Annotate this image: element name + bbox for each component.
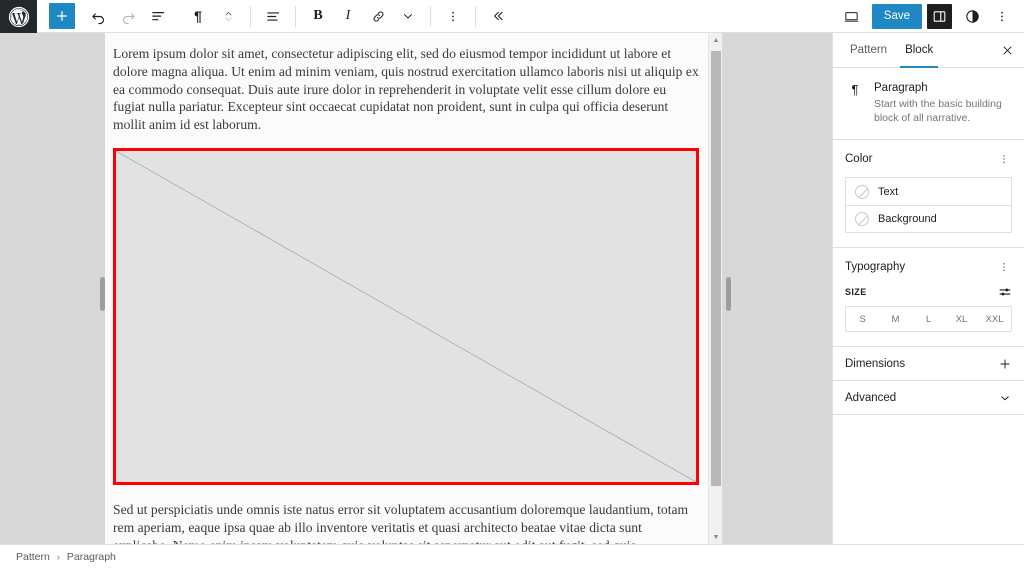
- more-rich-text-chevron-down-icon[interactable]: [393, 3, 423, 30]
- text-align-icon[interactable]: [258, 3, 288, 30]
- color-option-list: Text Background: [845, 177, 1012, 233]
- toolbar-divider: [250, 5, 251, 27]
- color-panel: Color Text Background: [833, 140, 1024, 248]
- color-row-text[interactable]: Text: [846, 178, 1011, 205]
- save-button[interactable]: Save: [871, 3, 922, 29]
- left-canvas-resize-handle[interactable]: [100, 277, 105, 311]
- wordpress-logo-icon[interactable]: [0, 0, 37, 33]
- sliders-settings-icon[interactable]: [998, 285, 1012, 299]
- editor-document: Lorem ipsum dolor sit amet, consectetur …: [105, 33, 709, 544]
- editor-top-toolbar: ¶ B I Save: [0, 0, 1024, 33]
- typography-panel-title: Typography: [845, 261, 906, 273]
- editor-vertical-scrollbar[interactable]: ▲ ▼: [708, 33, 722, 544]
- color-row-text-label: Text: [878, 185, 899, 198]
- font-size-label: SIZE: [845, 287, 867, 297]
- font-size-option-l[interactable]: L: [912, 307, 945, 331]
- block-editor-app: ¶ B I Save Lorem ipsum dolor sit amet, c…: [0, 0, 1024, 568]
- italic-button[interactable]: I: [333, 3, 363, 30]
- block-type-glyph: ¶: [194, 8, 202, 24]
- toolbar-left-group: ¶ B I: [37, 0, 837, 32]
- font-size-option-xl[interactable]: XL: [945, 307, 978, 331]
- color-panel-options-vertical-ellipsis-icon[interactable]: [996, 151, 1012, 167]
- font-size-option-xxl[interactable]: XXL: [978, 307, 1011, 331]
- paragraph-block-bottom[interactable]: Sed ut perspiciatis unde omnis iste natu…: [113, 499, 699, 544]
- collapse-double-chevron-left-icon[interactable]: [483, 3, 513, 30]
- settings-sidebar-toggle-button[interactable]: [927, 3, 952, 29]
- block-card-description: Start with the basic building block of a…: [874, 98, 1002, 124]
- editor-options-vertical-ellipsis-icon[interactable]: [987, 3, 1017, 30]
- scroll-up-arrow-icon[interactable]: ▲: [709, 33, 722, 47]
- color-panel-header: Color: [845, 151, 1012, 167]
- paragraph-pilcrow-icon: ¶: [851, 82, 859, 97]
- breadcrumb-separator-icon: ›: [56, 551, 60, 562]
- styles-contrast-circle-icon[interactable]: [957, 3, 987, 30]
- move-up-down-icon[interactable]: [213, 3, 243, 30]
- text-color-swatch-icon: [855, 184, 869, 199]
- font-size-option-m[interactable]: M: [879, 307, 912, 331]
- block-type-paragraph-icon[interactable]: ¶: [183, 3, 213, 30]
- italic-label: I: [345, 8, 351, 23]
- dimensions-panel-row[interactable]: Dimensions: [833, 347, 1024, 381]
- redo-arrow-icon[interactable]: [113, 3, 143, 30]
- editor-body: Lorem ipsum dolor sit amet, consectetur …: [0, 33, 1024, 544]
- add-block-button[interactable]: [49, 3, 75, 29]
- typography-panel-header: Typography: [845, 259, 1012, 275]
- font-size-segmented-control[interactable]: S M L XL XXL: [845, 306, 1012, 332]
- editor-canvas-area: Lorem ipsum dolor sit amet, consectetur …: [0, 33, 832, 544]
- breadcrumb: Pattern › Paragraph: [0, 544, 1024, 568]
- advanced-panel-title: Advanced: [845, 391, 897, 404]
- toolbar-divider: [475, 5, 476, 27]
- block-options-vertical-ellipsis-icon[interactable]: [438, 3, 468, 30]
- sidebar-tab-bar: Pattern Block: [833, 33, 1024, 68]
- color-row-background[interactable]: Background: [846, 205, 1011, 232]
- breadcrumb-item-pattern[interactable]: Pattern: [16, 551, 50, 563]
- typography-panel-options-vertical-ellipsis-icon[interactable]: [996, 259, 1012, 275]
- breadcrumb-item-paragraph[interactable]: Paragraph: [67, 551, 116, 563]
- advanced-chevron-down-icon[interactable]: [998, 391, 1012, 405]
- broken-image-diagonal-icon: [116, 150, 696, 482]
- tab-block[interactable]: Block: [896, 33, 942, 68]
- desktop-preview-icon[interactable]: [837, 3, 867, 30]
- tab-pattern[interactable]: Pattern: [841, 33, 896, 68]
- color-panel-title: Color: [845, 153, 873, 165]
- paragraph-block-top[interactable]: Lorem ipsum dolor sit amet, consectetur …: [113, 43, 699, 136]
- close-x-icon[interactable]: [994, 37, 1020, 63]
- settings-sidebar: Pattern Block ¶ Paragraph Start with the…: [832, 33, 1024, 544]
- typography-panel: Typography SIZE S M L XL XXL: [833, 248, 1024, 347]
- toolbar-divider: [430, 5, 431, 27]
- list-view-icon[interactable]: [143, 3, 173, 30]
- selected-image-placeholder-block[interactable]: [113, 147, 699, 485]
- right-canvas-resize-handle[interactable]: [726, 277, 731, 311]
- block-card-title: Paragraph: [874, 82, 928, 94]
- toolbar-right-group: Save: [837, 0, 1024, 32]
- font-size-option-s[interactable]: S: [846, 307, 879, 331]
- background-color-swatch-icon: [855, 212, 869, 226]
- block-info-card: ¶ Paragraph Start with the basic buildin…: [833, 68, 1024, 140]
- block-info-text: Paragraph Start with the basic building …: [874, 81, 1012, 125]
- color-row-background-label: Background: [878, 213, 937, 225]
- bold-label: B: [313, 8, 323, 23]
- undo-arrow-icon[interactable]: [83, 3, 113, 30]
- scroll-down-arrow-icon[interactable]: ▼: [709, 530, 722, 544]
- dimensions-add-plus-icon[interactable]: [998, 357, 1012, 371]
- advanced-panel-row[interactable]: Advanced: [833, 381, 1024, 415]
- dimensions-panel-title: Dimensions: [845, 357, 906, 370]
- editor-document-canvas[interactable]: Lorem ipsum dolor sit amet, consectetur …: [105, 33, 722, 544]
- link-icon[interactable]: [363, 3, 393, 30]
- font-size-header: SIZE: [845, 285, 1012, 299]
- toolbar-divider: [295, 5, 296, 27]
- scrollbar-thumb[interactable]: [711, 51, 721, 486]
- bold-button[interactable]: B: [303, 3, 333, 30]
